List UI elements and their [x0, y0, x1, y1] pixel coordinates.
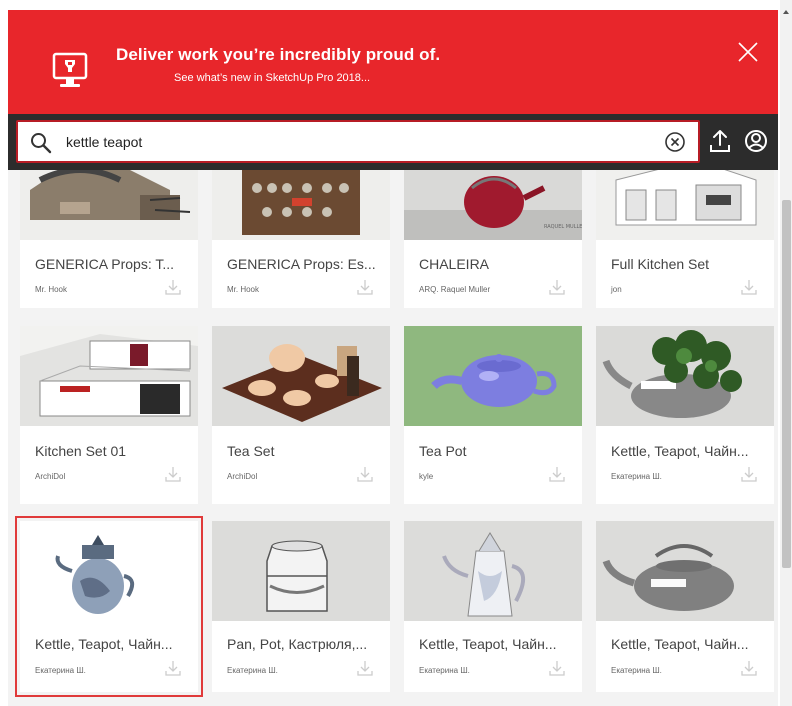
download-icon[interactable] — [356, 659, 374, 677]
model-name[interactable]: Kettle, Teapot, Чайн... — [611, 636, 766, 652]
model-thumbnail[interactable] — [596, 170, 774, 240]
model-card[interactable]: RAQUEL MULLER CHALEIRA ARQ. Raquel Mulle… — [404, 170, 582, 308]
model-author[interactable]: Екатерина Ш. — [227, 666, 278, 675]
model-card[interactable]: GENERICA Props: T... Mr. Hook — [20, 170, 198, 308]
model-author[interactable]: ArchiDol — [227, 472, 257, 481]
model-thumbnail[interactable] — [212, 326, 390, 426]
scroll-up-arrow-icon[interactable] — [782, 8, 790, 16]
download-icon[interactable] — [548, 278, 566, 296]
banner-subtitle[interactable]: See what’s new in SketchUp Pro 2018... — [174, 72, 370, 84]
model-thumbnail[interactable] — [404, 521, 582, 621]
model-thumbnail[interactable] — [404, 326, 582, 426]
model-card[interactable]: Kettle, Teapot, Чайн... Екатерина Ш. — [596, 521, 774, 692]
model-card[interactable]: Full Kitchen Set jon — [596, 170, 774, 308]
model-card[interactable]: Kettle, Teapot, Чайн... Екатерина Ш. — [596, 326, 774, 504]
svg-text:RAQUEL MULLER: RAQUEL MULLER — [544, 224, 582, 230]
model-thumbnail[interactable] — [20, 170, 198, 240]
monitor-icon — [52, 52, 88, 87]
search-input[interactable] — [66, 130, 626, 154]
window-top-strip — [8, 0, 778, 10]
download-icon[interactable] — [356, 278, 374, 296]
search-box[interactable] — [16, 120, 700, 163]
download-icon[interactable] — [164, 278, 182, 296]
model-author[interactable]: Mr. Hook — [35, 285, 67, 294]
account-icon[interactable] — [744, 128, 768, 154]
model-card[interactable]: Tea Pot kyle — [404, 326, 582, 504]
model-author[interactable]: Екатерина Ш. — [35, 666, 86, 675]
model-card[interactable]: Tea Set ArchiDol — [212, 326, 390, 504]
model-name[interactable]: Tea Set — [227, 443, 382, 459]
search-icon[interactable] — [30, 132, 52, 154]
clear-icon[interactable] — [664, 131, 686, 153]
model-card[interactable]: Pan, Pot, Кастрюля,... Екатерина Ш. — [212, 521, 390, 692]
scrollbar[interactable] — [780, 0, 792, 706]
model-author[interactable]: ARQ. Raquel Muller — [419, 285, 490, 294]
download-icon[interactable] — [548, 465, 566, 483]
model-thumbnail[interactable] — [212, 170, 390, 240]
model-author[interactable]: Екатерина Ш. — [611, 666, 662, 675]
model-name[interactable]: Kettle, Teapot, Чайн... — [35, 636, 190, 652]
search-toolbar — [8, 114, 778, 170]
download-icon[interactable] — [356, 465, 374, 483]
model-thumbnail[interactable] — [20, 326, 198, 426]
close-icon[interactable] — [736, 40, 760, 64]
model-thumbnail[interactable] — [212, 521, 390, 621]
model-name[interactable]: Kitchen Set 01 — [35, 443, 190, 459]
results-grid: GENERICA Props: T... Mr. Hook GENERICA P… — [8, 170, 778, 706]
model-name[interactable]: Kettle, Teapot, Чайн... — [419, 636, 574, 652]
download-icon[interactable] — [740, 278, 758, 296]
promo-banner[interactable]: Deliver work you’re incredibly proud of.… — [8, 10, 778, 114]
model-name[interactable]: Full Kitchen Set — [611, 256, 766, 272]
model-name[interactable]: CHALEIRA — [419, 256, 574, 272]
model-name[interactable]: Kettle, Teapot, Чайн... — [611, 443, 766, 459]
model-card[interactable]: Kitchen Set 01 ArchiDol — [20, 326, 198, 504]
model-author[interactable]: ArchiDol — [35, 472, 65, 481]
download-icon[interactable] — [548, 659, 566, 677]
model-thumbnail[interactable] — [596, 521, 774, 621]
model-name[interactable]: GENERICA Props: T... — [35, 256, 190, 272]
model-name[interactable]: Pan, Pot, Кастрюля,... — [227, 636, 382, 652]
model-thumbnail[interactable] — [20, 521, 198, 621]
model-thumbnail[interactable] — [596, 326, 774, 426]
model-card[interactable]: GENERICA Props: Es... Mr. Hook — [212, 170, 390, 308]
scrollbar-thumb[interactable] — [782, 200, 791, 568]
model-name[interactable]: Tea Pot — [419, 443, 574, 459]
model-author[interactable]: Mr. Hook — [227, 285, 259, 294]
download-icon[interactable] — [740, 659, 758, 677]
model-card[interactable]: Kettle, Teapot, Чайн... Екатерина Ш. — [404, 521, 582, 692]
download-icon[interactable] — [164, 659, 182, 677]
model-name[interactable]: GENERICA Props: Es... — [227, 256, 382, 272]
model-author[interactable]: Екатерина Ш. — [611, 472, 662, 481]
download-icon[interactable] — [164, 465, 182, 483]
model-author[interactable]: jon — [611, 285, 622, 294]
banner-title: Deliver work you’re incredibly proud of. — [116, 45, 441, 64]
model-author[interactable]: Екатерина Ш. — [419, 666, 470, 675]
upload-icon[interactable] — [708, 128, 732, 154]
model-thumbnail[interactable]: RAQUEL MULLER — [404, 170, 582, 240]
download-icon[interactable] — [740, 465, 758, 483]
model-author[interactable]: kyle — [419, 472, 433, 481]
model-card-selected[interactable]: Kettle, Teapot, Чайн... Екатерина Ш. — [15, 516, 203, 697]
